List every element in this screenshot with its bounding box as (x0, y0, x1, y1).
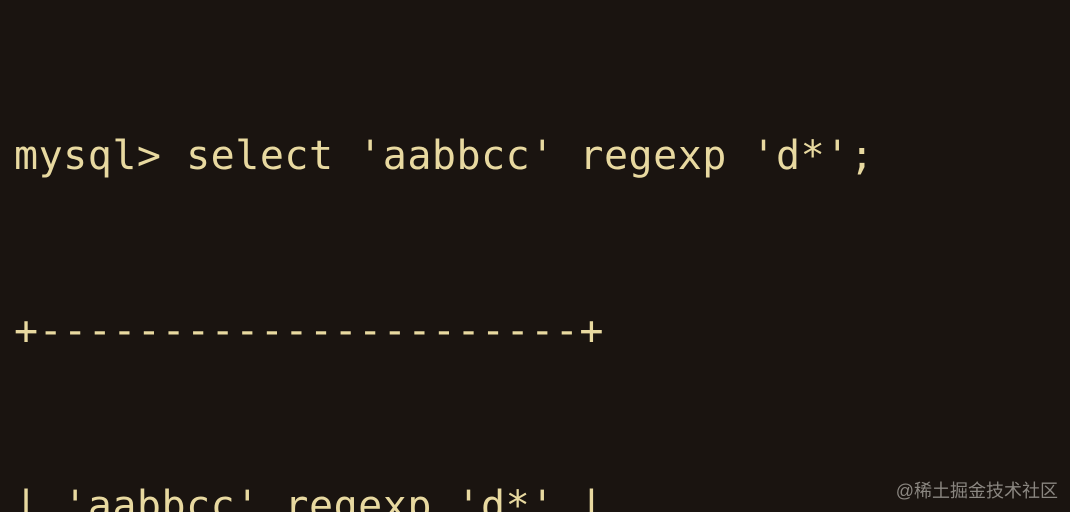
mysql-terminal-output: mysql> select 'aabbcc' regexp 'd*'; +---… (14, 10, 1056, 512)
sql-command: select 'aabbcc' regexp 'd*'; (186, 133, 874, 179)
command-line[interactable]: mysql> select 'aabbcc' regexp 'd*'; (14, 127, 1056, 185)
table-border-top: +----------------------+ (14, 302, 1056, 360)
mysql-prompt: mysql> (14, 133, 186, 179)
watermark-text: @稀土掘金技术社区 (896, 478, 1058, 504)
